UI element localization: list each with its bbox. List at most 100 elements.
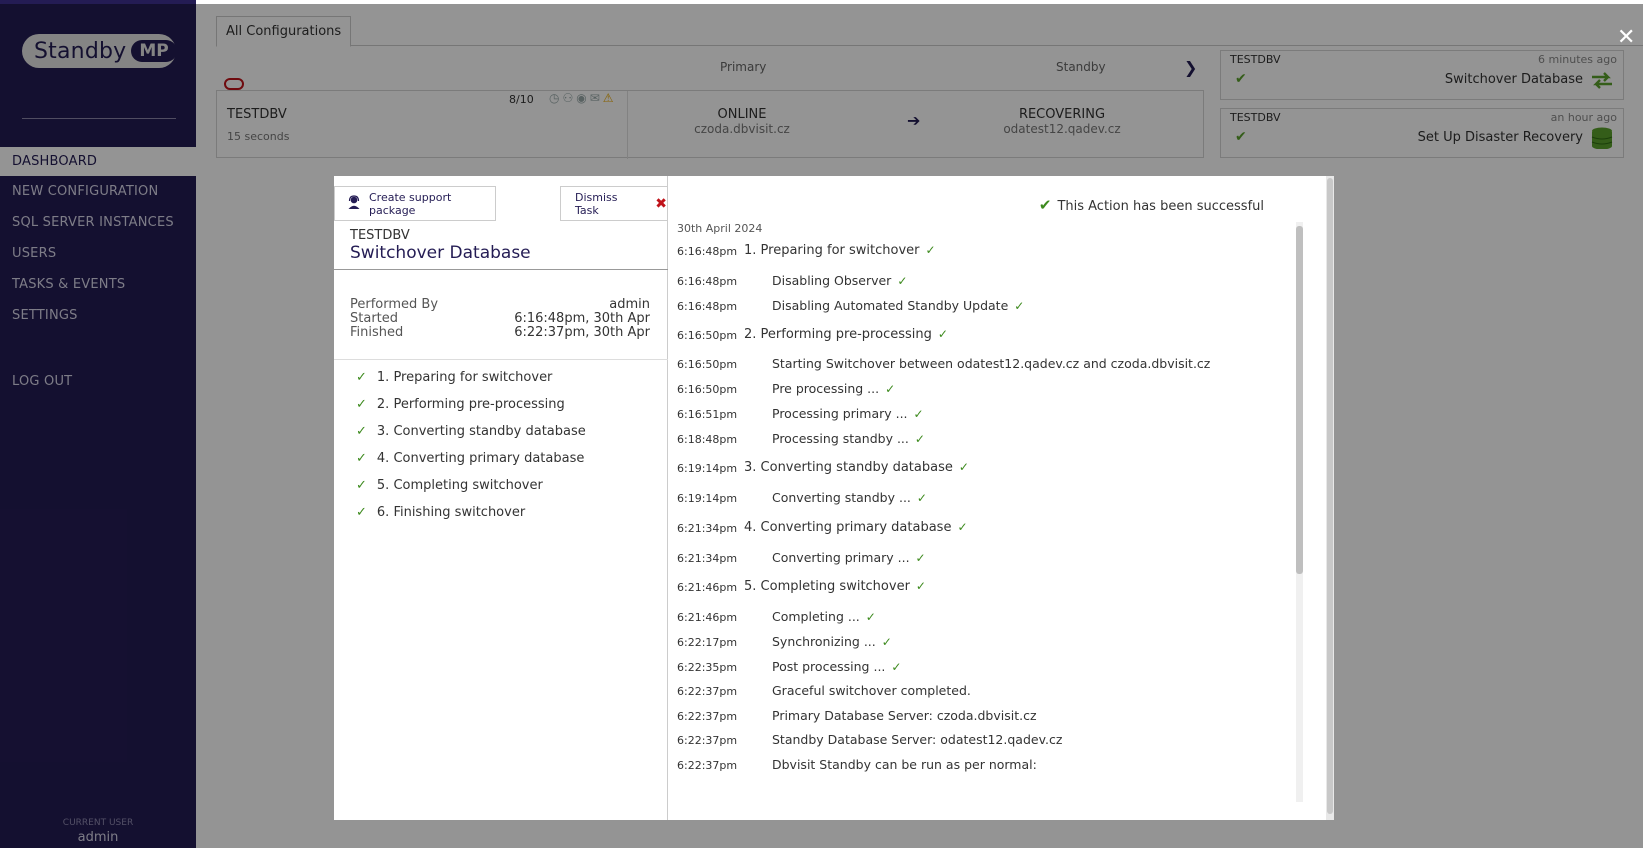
log-message-text: Completing ... [772,609,860,624]
log-message: Synchronizing ... ✓ [772,634,892,649]
log-message-text: Post processing ... [772,659,886,674]
log-message: Converting primary ... ✓ [772,550,926,565]
check-icon: ✓ [356,397,367,412]
log-row: 6:16:48pm Disabling Observer ✓ [677,272,1297,292]
log-message-text: 2. Performing pre-processing [744,327,932,342]
log-time: 6:21:34pm [677,552,738,565]
check-icon: ✓ [958,460,969,474]
create-support-package-label: Create support package [369,190,452,217]
log-message: Completing ... ✓ [772,609,876,624]
check-icon: ✓ [356,478,367,493]
create-support-package-button[interactable]: Create support package [334,186,496,221]
dismiss-task-button[interactable]: Dismiss Task ✖ [560,186,668,221]
log-message: Standby Database Server: odatest12.qadev… [772,732,1062,747]
log-time: 6:22:17pm [677,636,738,649]
log-time: 6:22:37pm [677,734,738,747]
log-message: 5. Completing switchover ✓ [744,579,926,594]
success-text: This Action has been successful [1057,199,1264,214]
task-detail-modal: Create support package Dismiss Task ✖ TE… [334,176,1334,820]
log-time: 6:16:51pm [677,408,738,421]
step-label: 3. Converting standby database [376,424,586,439]
check-icon: ✓ [891,660,902,674]
log-time: 6:16:50pm [677,358,738,371]
log-time: 6:16:48pm [677,245,738,258]
log-row: 6:22:17pm Synchronizing ... ✓ [677,633,1297,653]
log-message: Converting standby ... ✓ [772,490,927,505]
log-message-text: Graceful switchover completed. [772,683,971,698]
finished-row: Finished 6:22:37pm, 30th Apr [350,325,650,340]
log-message-text: 3. Converting standby database [744,460,953,475]
step-item: ✓ 1. Preparing for switchover [356,370,552,385]
check-icon: ✔ [1038,196,1052,214]
check-icon: ✓ [913,407,924,421]
log-time: 6:22:37pm [677,759,738,772]
log-time: 6:22:35pm [677,661,738,674]
check-icon: ✓ [1014,299,1025,313]
log-message-text: 4. Converting primary database [744,520,952,535]
close-icon[interactable]: ✕ [1617,26,1635,50]
log-message: Starting Switchover between odatest12.qa… [772,356,1210,371]
log-message: Disabling Observer ✓ [772,273,907,288]
log-message-text: Dbvisit Standby can be run as per normal… [772,757,1037,772]
task-summary-pane: Create support package Dismiss Task ✖ TE… [334,176,668,820]
log-time: 6:16:50pm [677,329,738,342]
started-value: 6:16:48pm, 30th Apr [514,311,650,326]
log-message: Graceful switchover completed. [772,683,971,698]
log-message: Pre processing ... ✓ [772,381,895,396]
finished-value: 6:22:37pm, 30th Apr [514,325,650,340]
log-row: 6:22:35pm Post processing ... ✓ [677,658,1297,678]
log-message-text: 5. Completing switchover [744,579,910,594]
step-label: 4. Converting primary database [376,451,585,466]
log-message: 1. Preparing for switchover ✓ [744,243,936,258]
log-row: 6:19:14pm Converting standby ... ✓ [677,489,1297,509]
started-row: Started 6:16:48pm, 30th Apr [350,311,650,326]
performed-by-label: Performed By [350,297,439,312]
log-time: 6:21:46pm [677,611,738,624]
check-icon: ✓ [915,579,926,593]
check-icon: ✓ [356,370,367,385]
log-time: 6:22:37pm [677,685,738,698]
task-db-name: TESTDBV [350,228,410,243]
log-row: 6:16:48pm Disabling Automated Standby Upd… [677,297,1297,317]
log-time: 6:21:46pm [677,581,738,594]
log-message-text: Converting standby ... [772,490,911,505]
close-icon: ✖ [655,195,667,212]
check-icon: ✓ [915,551,926,565]
step-item: ✓ 4. Converting primary database [356,451,584,466]
task-log-pane: ✔ This Action has been successful 30th Ap… [669,176,1334,820]
check-icon: ✓ [916,491,927,505]
log-message-text: Synchronizing ... [772,634,876,649]
step-item: ✓ 2. Performing pre-processing [356,397,565,412]
log-row: 6:22:37pm Standby Database Server: odates… [677,731,1297,751]
check-icon: ✓ [865,610,876,624]
dismiss-task-label: Dismiss Task [575,190,618,217]
step-item: ✓ 6. Finishing switchover [356,505,525,520]
log-scrollbar-thumb[interactable] [1296,226,1303,574]
log-row: 6:22:37pm Graceful switchover completed. [677,682,1297,702]
step-item: ✓ 3. Converting standby database [356,424,586,439]
step-item: ✓ 5. Completing switchover [356,478,543,493]
log-row: 6:18:48pm Processing standby ... ✓ [677,430,1297,450]
log-row: 6:22:37pm Dbvisit Standby can be run as p… [677,756,1297,776]
log-row: 6:21:46pm Completing ... ✓ [677,608,1297,628]
log-time: 6:16:48pm [677,275,738,288]
log-row: 6:16:50pm 2. Performing pre-processing ✓ [677,326,1297,346]
log-message: Post processing ... ✓ [772,659,901,674]
log-message: Primary Database Server: czoda.dbvisit.c… [772,708,1037,723]
check-icon: ✓ [356,451,367,466]
success-message: ✔ This Action has been successful [1039,196,1264,214]
log-time: 6:19:14pm [677,462,738,475]
modal-scrollbar-thumb[interactable] [1327,178,1333,814]
task-title: Switchover Database [350,243,531,263]
log-row: 6:21:34pm 4. Converting primary database ✓ [677,519,1297,539]
log-message-text: 1. Preparing for switchover [744,243,920,258]
log-message-text: Converting primary ... [772,550,910,565]
log-row: 6:22:37pm Primary Database Server: czoda.… [677,707,1297,727]
log-row: 6:21:46pm 5. Completing switchover ✓ [677,578,1297,598]
log-message-text: Processing standby ... [772,431,909,446]
log-time: 6:21:34pm [677,522,738,535]
step-label: 1. Preparing for switchover [376,370,553,385]
log-row: 6:19:14pm 3. Converting standby database ✓ [677,459,1297,479]
support-agent-icon [347,195,361,212]
log-row: 6:16:48pm 1. Preparing for switchover ✓ [677,242,1297,262]
